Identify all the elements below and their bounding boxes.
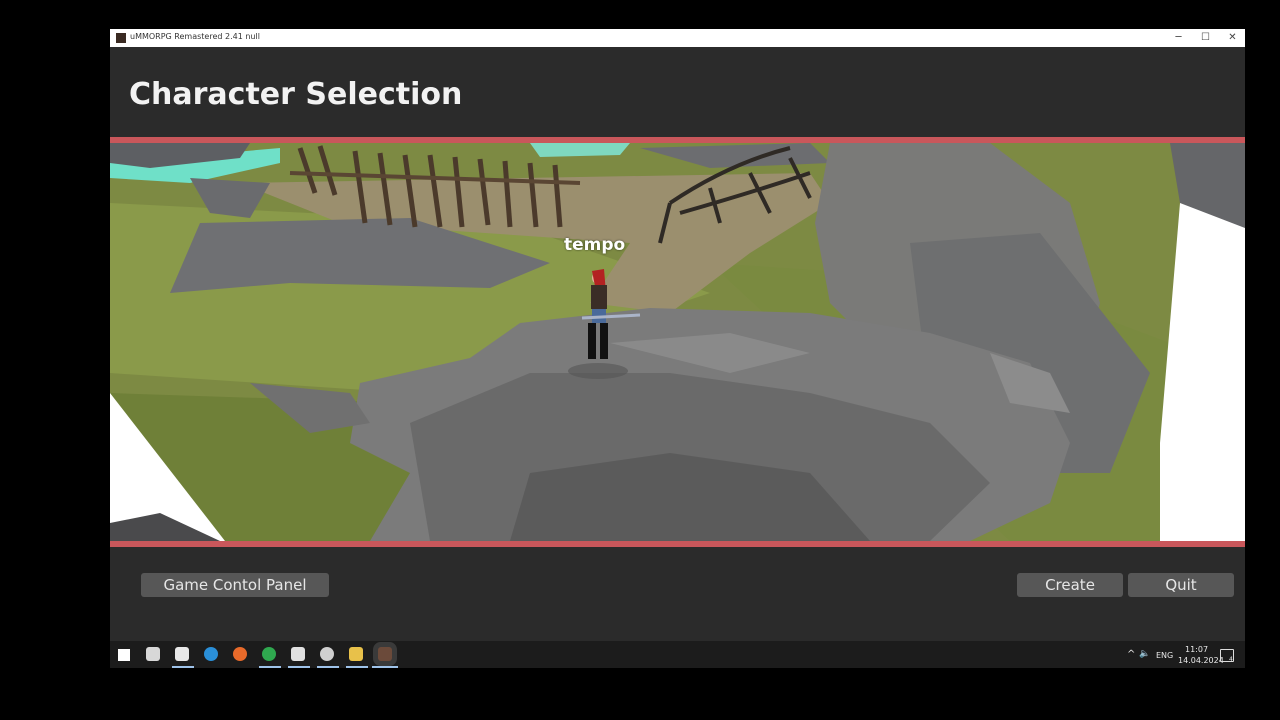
speaker-icon[interactable]: 🔈 — [1139, 649, 1150, 659]
game-window: uMMORPG Remastered 2.41 null ─ ☐ ✕ Chara… — [110, 29, 1245, 641]
firefox-icon[interactable] — [233, 647, 247, 661]
maximize-icon[interactable]: ☐ — [1192, 29, 1219, 47]
character-name-label: tempo — [564, 235, 626, 255]
game-icon[interactable] — [378, 647, 392, 661]
close-icon[interactable]: ✕ — [1219, 29, 1246, 47]
windows-taskbar: ^ 🔈 ENG 11:07 14.04.2024 4 — [110, 641, 1245, 668]
task-view-icon[interactable] — [146, 647, 160, 661]
unity-icon[interactable] — [291, 647, 305, 661]
unity-hub-active-indicator — [172, 666, 194, 668]
obs-icon[interactable] — [320, 647, 334, 661]
unity-active-indicator — [288, 666, 310, 668]
scene-illustration — [110, 143, 1245, 541]
bottom-accent-bar — [110, 541, 1245, 547]
minimize-icon[interactable]: ─ — [1165, 29, 1192, 47]
create-button[interactable]: Create — [1017, 573, 1123, 597]
window-titlebar[interactable]: uMMORPG Remastered 2.41 null ─ ☐ ✕ — [110, 29, 1245, 47]
tray-chevron-icon[interactable]: ^ — [1127, 649, 1135, 660]
chrome-icon[interactable] — [262, 647, 276, 661]
file-explorer-icon[interactable] — [349, 647, 363, 661]
quit-button[interactable]: Quit — [1128, 573, 1234, 597]
game-control-panel-button[interactable]: Game Contol Panel — [141, 573, 329, 597]
notification-count: 4 — [1229, 656, 1233, 663]
tray-date[interactable]: 14.04.2024 — [1178, 656, 1224, 665]
window-title: uMMORPG Remastered 2.41 null — [130, 32, 260, 41]
start-icon[interactable] — [118, 649, 130, 661]
language-indicator[interactable]: ENG — [1156, 651, 1173, 660]
obs-active-indicator — [317, 666, 339, 668]
file-explorer-active-indicator — [346, 666, 368, 668]
tray-time[interactable]: 11:07 — [1185, 645, 1208, 654]
app-icon — [116, 33, 126, 43]
chrome-active-indicator — [259, 666, 281, 668]
page-title: Character Selection — [129, 77, 463, 112]
game-viewport[interactable]: tempo — [110, 143, 1245, 541]
unity-hub-icon[interactable] — [175, 647, 189, 661]
header: Character Selection — [110, 47, 1245, 137]
edge-icon[interactable] — [204, 647, 218, 661]
game-active-indicator — [372, 666, 398, 668]
